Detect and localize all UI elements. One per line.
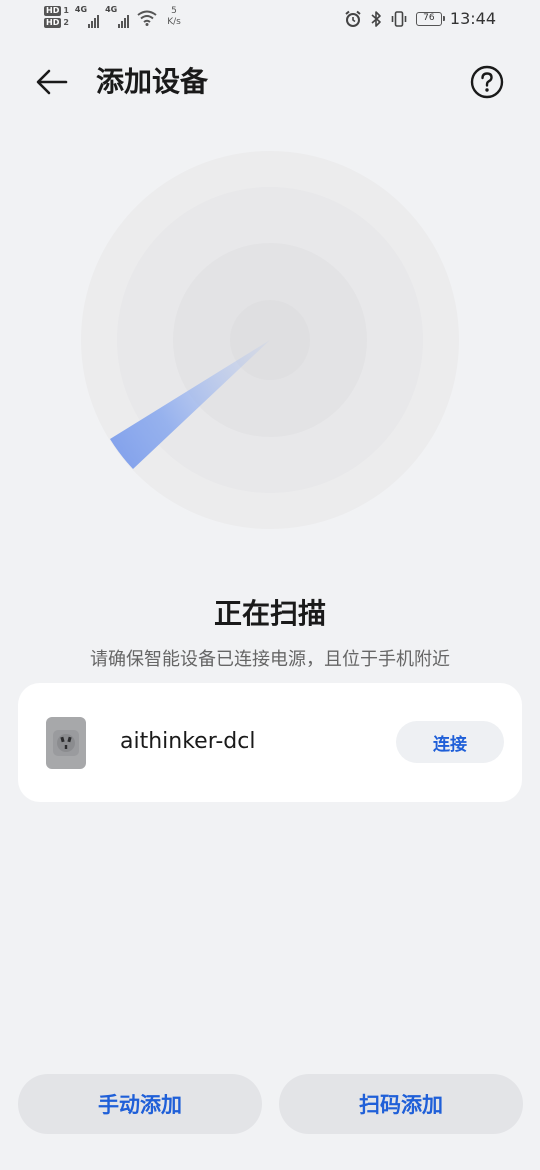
scanning-radar [81, 151, 459, 529]
smart-plug-icon [46, 717, 86, 769]
signal-2: 4G [105, 5, 130, 28]
signal-icon [88, 12, 100, 28]
vibrate-icon [391, 10, 407, 27]
signal-1: 4G [74, 5, 100, 28]
wifi-icon [137, 10, 157, 26]
sim1-number: 1 [63, 6, 69, 15]
sim2-hd-tag: HD [44, 18, 62, 28]
sim-indicators: HD 1 HD 2 [44, 6, 69, 28]
device-name: aithinker-dcl [120, 729, 256, 754]
battery-level: 76 [423, 12, 435, 23]
manual-add-button[interactable]: 手动添加 [18, 1074, 262, 1134]
network-type-2: 4G [105, 5, 118, 14]
scan-hint-text: 请确保智能设备已连接电源，且位于手机附近 [90, 649, 450, 670]
sim1-indicator: HD 1 [44, 6, 69, 16]
clock: 13:44 [449, 9, 496, 28]
network-type-1: 4G [74, 5, 88, 14]
network-speed: 5 K/s [167, 6, 181, 28]
page-title: 添加设备 [96, 65, 209, 98]
sim1-hd-tag: HD [44, 6, 62, 16]
help-button[interactable] [470, 65, 504, 99]
sim2-number: 2 [63, 18, 69, 27]
arrow-left-icon [36, 69, 68, 95]
device-list-item[interactable]: aithinker-dcl 连接 [18, 683, 522, 802]
bluetooth-icon [371, 10, 381, 27]
status-bar: HD 1 HD 2 4G 4G 5 K/s 76 13:44 [0, 0, 540, 40]
connect-button[interactable]: 连接 [396, 721, 504, 763]
question-circle-icon [470, 65, 504, 99]
scan-status-title: 正在扫描 [213, 597, 326, 630]
status-bar-right: 76 13:44 [344, 9, 496, 28]
scan-code-add-button[interactable]: 扫码添加 [279, 1074, 523, 1134]
back-button[interactable] [30, 62, 74, 102]
battery-icon: 76 [415, 11, 445, 26]
network-speed-unit: K/s [167, 17, 181, 27]
sim2-indicator: HD 2 [44, 18, 69, 28]
add-device-screen: HD 1 HD 2 4G 4G 5 K/s 76 13:44 添加设备 正在扫描… [0, 0, 540, 1170]
alarm-icon [345, 10, 361, 27]
app-header: 添加设备 [0, 52, 540, 112]
status-bar-left: HD 1 HD 2 4G 4G 5 K/s [44, 6, 181, 28]
signal-icon [118, 12, 130, 28]
network-speed-value: 5 [171, 6, 177, 16]
